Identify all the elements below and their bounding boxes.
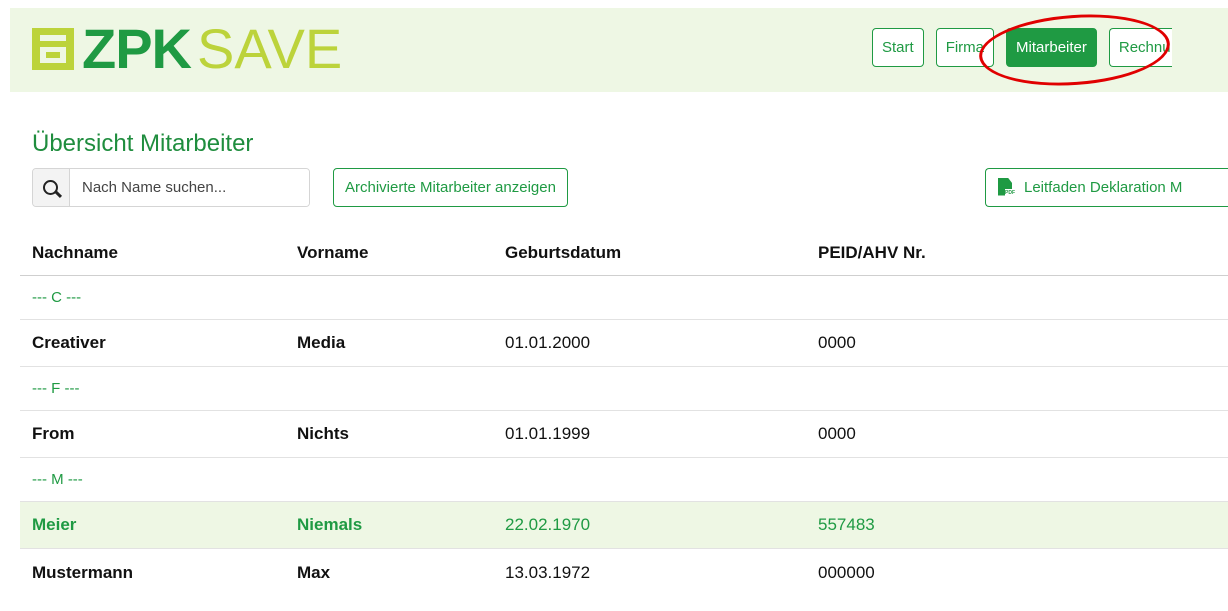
cell-lastname: From — [32, 424, 75, 443]
group-label: --- M --- — [32, 471, 83, 488]
column-header-lastname[interactable]: Nachname — [20, 243, 297, 263]
nav-firma-button[interactable]: Firma — [935, 28, 995, 67]
table-header: Nachname Vorname Geburtsdatum PEID/AHV N… — [20, 231, 1228, 276]
cell-peid: 0000 — [818, 424, 856, 443]
group-divider-c: --- C --- — [20, 276, 1228, 320]
logo-text-save: SAVE — [197, 17, 343, 80]
cell-peid: 000000 — [818, 562, 875, 582]
cell-birthdate: 01.01.1999 — [505, 424, 591, 443]
search-box — [32, 168, 310, 207]
cell-peid: 557483 — [818, 515, 875, 534]
logo-icon — [32, 28, 74, 70]
guide-declaration-button[interactable]: PDF Leitfaden Deklaration M — [985, 168, 1228, 207]
cell-firstname: Max — [297, 562, 331, 582]
table-row[interactable]: Mustermann Max 13.03.1972 000000 — [20, 549, 1228, 596]
search-input[interactable] — [70, 169, 309, 206]
logo[interactable]: ZPK SAVE — [32, 21, 342, 77]
cell-lastname: Mustermann — [32, 562, 134, 582]
group-divider-f: --- F --- — [20, 367, 1228, 411]
pdf-file-icon: PDF — [998, 177, 1015, 198]
show-archived-button[interactable]: Archivierte Mitarbeiter anzeigen — [333, 168, 568, 207]
nav-rechnungen-button[interactable]: Rechnu — [1108, 28, 1172, 67]
page-title: Übersicht Mitarbeiter — [32, 130, 254, 157]
cell-lastname: Creativer — [32, 333, 106, 352]
cell-birthdate: 01.01.2000 — [505, 333, 591, 352]
cell-peid: 0000 — [818, 333, 856, 352]
cell-lastname: Meier — [32, 515, 77, 534]
search-icon — [33, 169, 70, 206]
table-row-highlighted[interactable]: Meier Niemals 22.02.1970 557483 — [20, 502, 1228, 549]
column-header-peid[interactable]: PEID/AHV Nr. — [818, 243, 1118, 263]
nav-mitarbeiter-button[interactable]: Mitarbeiter — [1006, 28, 1097, 67]
table-row[interactable]: Creativer Media 01.01.2000 0000 — [20, 320, 1228, 367]
top-header: ZPK SAVE Start Firma Mitarbeiter Rechnu — [10, 8, 1228, 92]
cell-firstname: Media — [297, 333, 346, 352]
cell-firstname: Niemals — [297, 515, 363, 534]
cell-birthdate: 22.02.1970 — [505, 515, 591, 534]
cell-birthdate: 13.03.1972 — [505, 562, 591, 582]
table-row[interactable]: From Nichts 01.01.1999 0000 — [20, 411, 1228, 458]
column-header-firstname[interactable]: Vorname — [297, 243, 505, 263]
guide-button-label: Leitfaden Deklaration M — [1024, 179, 1183, 196]
logo-text-zpk: ZPK — [82, 17, 192, 80]
main-nav: Start Firma Mitarbeiter Rechnu — [872, 28, 1172, 68]
cell-firstname: Nichts — [297, 424, 349, 443]
employee-table: Nachname Vorname Geburtsdatum PEID/AHV N… — [20, 231, 1228, 596]
group-divider-m: --- M --- — [20, 458, 1228, 502]
group-label: --- C --- — [32, 289, 82, 306]
group-label: --- F --- — [32, 380, 80, 397]
column-header-birthdate[interactable]: Geburtsdatum — [505, 243, 818, 263]
nav-start-button[interactable]: Start — [872, 28, 924, 67]
